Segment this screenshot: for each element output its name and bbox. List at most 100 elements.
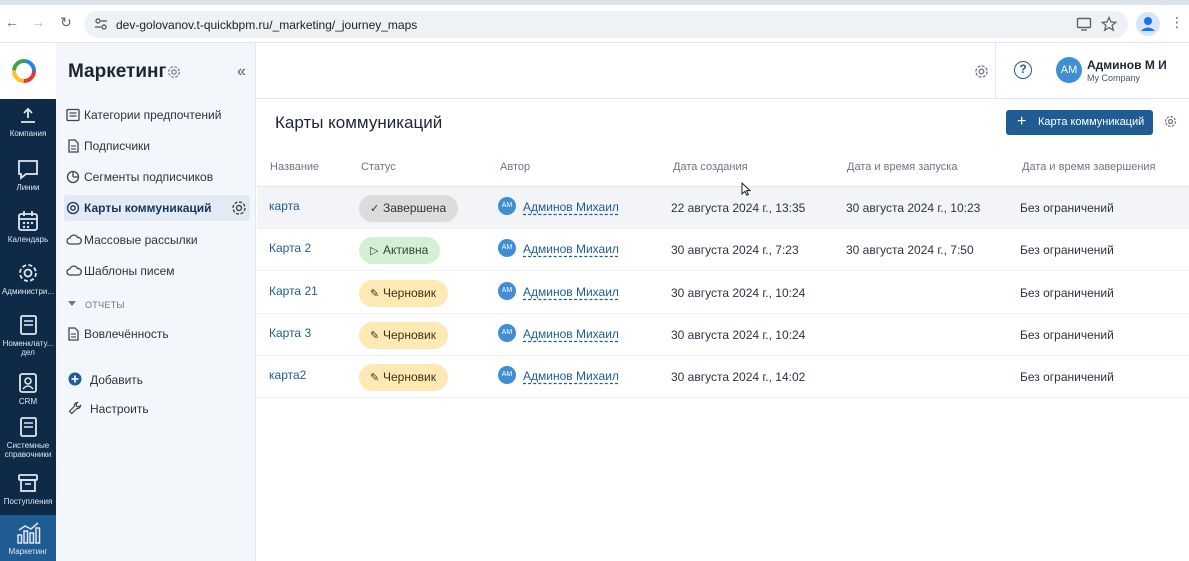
sidebar-item-mass-mailings[interactable]: Массовые рассылки bbox=[64, 227, 250, 253]
rail-item-nomenclature[interactable]: Номенклату... дел bbox=[0, 307, 56, 365]
started-date: 30 августа 2024 г., 7:50 bbox=[846, 243, 974, 257]
collapse-sidebar-icon[interactable]: « bbox=[237, 63, 246, 81]
browser-profile-icon[interactable] bbox=[1136, 12, 1160, 36]
rail-item-calendar[interactable]: Календарь bbox=[0, 203, 56, 255]
column-header-name[interactable]: Название bbox=[270, 161, 319, 173]
section-settings-gear-icon[interactable] bbox=[167, 65, 181, 79]
ended-date: Без ограничений bbox=[1020, 201, 1114, 215]
author-link[interactable]: Админов Михаил bbox=[523, 327, 619, 341]
page-title: Карты коммуникаций bbox=[275, 113, 443, 132]
install-app-icon[interactable] bbox=[1076, 16, 1092, 32]
map-name-link[interactable]: Карта 3 bbox=[269, 326, 311, 340]
rail-item-company[interactable]: Компания bbox=[0, 99, 56, 151]
browser-bar: ← → ↻ dev-golovanov.t-quickbpm.ru/_marke… bbox=[0, 0, 1189, 43]
author-link[interactable]: Админов Михаил bbox=[523, 242, 619, 256]
sidebar-item-label: Шаблоны писем bbox=[84, 264, 175, 278]
rail-item-system-refs[interactable]: Системные справочники bbox=[0, 409, 56, 465]
user-name[interactable]: Админов М И bbox=[1087, 58, 1167, 72]
list-box-icon bbox=[66, 108, 80, 122]
header-settings-gear-icon[interactable] bbox=[974, 64, 989, 79]
table-row[interactable]: Карта 3 ✎ Черновик АМ Админов Михаил 30 а… bbox=[257, 314, 1189, 356]
reload-icon[interactable]: ↻ bbox=[58, 14, 74, 30]
sidebar-item-engagement[interactable]: Вовлечённость bbox=[64, 321, 250, 347]
user-menu-chevron-icon[interactable]: ⌄ bbox=[1157, 60, 1165, 71]
ended-date: Без ограничений bbox=[1020, 243, 1114, 257]
author-avatar: АМ bbox=[498, 324, 516, 342]
url-text: dev-golovanov.t-quickbpm.ru/_marketing/_… bbox=[116, 18, 418, 32]
author-link[interactable]: Админов Михаил bbox=[523, 200, 619, 214]
sidebar-item-label: Категории предпочтений bbox=[84, 108, 222, 122]
column-header-started[interactable]: Дата и время запуска bbox=[847, 161, 957, 173]
browser-menu-icon[interactable]: ⋮ bbox=[1170, 14, 1184, 30]
sidebar-item-journey-maps[interactable]: Карты коммуникаций bbox=[64, 195, 250, 221]
created-date: 30 августа 2024 г., 14:02 bbox=[671, 370, 806, 384]
rail-item-incoming[interactable]: Поступления bbox=[0, 465, 56, 517]
user-company: My Company bbox=[1087, 73, 1141, 83]
add-journey-map-button[interactable]: + Карта коммуникаций bbox=[1006, 110, 1153, 135]
map-name-link[interactable]: Карта 2 bbox=[269, 241, 311, 255]
sidebar-item-label: Массовые рассылки bbox=[84, 233, 198, 247]
wrench-icon bbox=[68, 401, 82, 415]
ended-date: Без ограничений bbox=[1020, 370, 1114, 384]
status-badge: ✎ Черновик bbox=[359, 364, 448, 391]
bookmark-star-icon[interactable] bbox=[1101, 16, 1117, 32]
reports-collapse-caret-icon[interactable] bbox=[68, 301, 76, 306]
column-header-ended[interactable]: Дата и время завершения bbox=[1022, 161, 1156, 173]
table-row[interactable]: карта ✓ Завершена АМ Админов Михаил 22 ав… bbox=[257, 187, 1189, 229]
book-icon bbox=[20, 417, 37, 437]
author-avatar: АМ bbox=[498, 197, 516, 215]
sidebar-item-label: Карты коммуникаций bbox=[84, 201, 212, 215]
rail-label: Номенклату... дел bbox=[2, 339, 54, 357]
user-avatar[interactable]: АМ bbox=[1056, 57, 1082, 83]
app-logo[interactable] bbox=[0, 43, 56, 99]
rail-label: Маркетинг bbox=[8, 547, 48, 556]
sidebar-item-label: Вовлечённость bbox=[84, 327, 169, 341]
sidebar-item-preference-categories[interactable]: Категории предпочтений bbox=[64, 102, 250, 128]
column-header-created[interactable]: Дата создания bbox=[673, 161, 748, 173]
back-icon[interactable]: ← bbox=[4, 14, 20, 30]
table-settings-gear-icon[interactable] bbox=[1164, 115, 1177, 128]
sidebar-item-email-templates[interactable]: Шаблоны писем bbox=[64, 258, 250, 284]
table-row[interactable]: карта2 ✎ Черновик АМ Админов Михаил 30 ав… bbox=[257, 356, 1189, 398]
sidebar-add-button[interactable]: Добавить bbox=[68, 370, 248, 390]
rail-item-lines[interactable]: Линии bbox=[0, 151, 56, 203]
table-row[interactable]: Карта 21 ✎ Черновик АМ Админов Михаил 30 … bbox=[257, 272, 1189, 314]
sidebar-item-segments[interactable]: Сегменты подписчиков bbox=[64, 164, 250, 190]
forward-icon[interactable]: → bbox=[30, 14, 46, 30]
rail-item-marketing[interactable]: Маркетинг bbox=[0, 515, 56, 561]
map-name-link[interactable]: карта bbox=[269, 199, 300, 213]
map-name-link[interactable]: Карта 21 bbox=[269, 284, 318, 298]
reports-section-label[interactable]: ОТЧЕТЫ bbox=[85, 300, 125, 310]
rail-label: Календарь bbox=[7, 235, 49, 244]
ended-date: Без ограничений bbox=[1020, 328, 1114, 342]
created-date: 22 августа 2024 г., 13:35 bbox=[671, 201, 806, 215]
created-date: 30 августа 2024 г., 10:24 bbox=[671, 328, 806, 342]
status-badge: ✎ Черновик bbox=[359, 322, 448, 349]
address-bar[interactable]: dev-golovanov.t-quickbpm.ru/_marketing/_… bbox=[84, 11, 1128, 38]
status-label: Активна bbox=[383, 243, 429, 257]
help-icon[interactable]: ? bbox=[1014, 61, 1032, 79]
table-row[interactable]: Карта 2 ▷ Активна АМ Админов Михаил 30 ав… bbox=[257, 229, 1189, 271]
document-icon bbox=[68, 139, 79, 153]
pencil-icon: ✎ bbox=[370, 372, 380, 384]
section-sidebar: Маркетинг « Категории предпочтений Подпи… bbox=[56, 43, 256, 561]
sidebar-configure-button[interactable]: Настроить bbox=[68, 399, 248, 419]
author-link[interactable]: Админов Михаил bbox=[523, 285, 619, 299]
author-avatar: АМ bbox=[498, 366, 516, 384]
add-circle-icon bbox=[68, 372, 82, 386]
sidebar-item-subscribers[interactable]: Подписчики bbox=[64, 133, 250, 159]
rail-item-admin[interactable]: Администри... bbox=[0, 255, 56, 307]
sidebar-configure-label: Настроить bbox=[90, 402, 149, 416]
column-header-status[interactable]: Статус bbox=[361, 161, 396, 173]
started-date: 30 августа 2024 г., 10:23 bbox=[846, 201, 981, 215]
rail-label: CRM bbox=[18, 397, 38, 406]
pencil-icon: ✎ bbox=[370, 288, 380, 300]
calendar-icon bbox=[18, 211, 38, 231]
site-settings-icon[interactable] bbox=[94, 17, 108, 31]
author-avatar: АМ bbox=[498, 282, 516, 300]
author-link[interactable]: Админов Михаил bbox=[523, 369, 619, 383]
rail-label: Поступления bbox=[3, 497, 53, 506]
journey-maps-settings-gear-icon[interactable] bbox=[231, 200, 247, 216]
map-name-link[interactable]: карта2 bbox=[269, 368, 306, 382]
column-header-author[interactable]: Автор bbox=[500, 161, 530, 173]
